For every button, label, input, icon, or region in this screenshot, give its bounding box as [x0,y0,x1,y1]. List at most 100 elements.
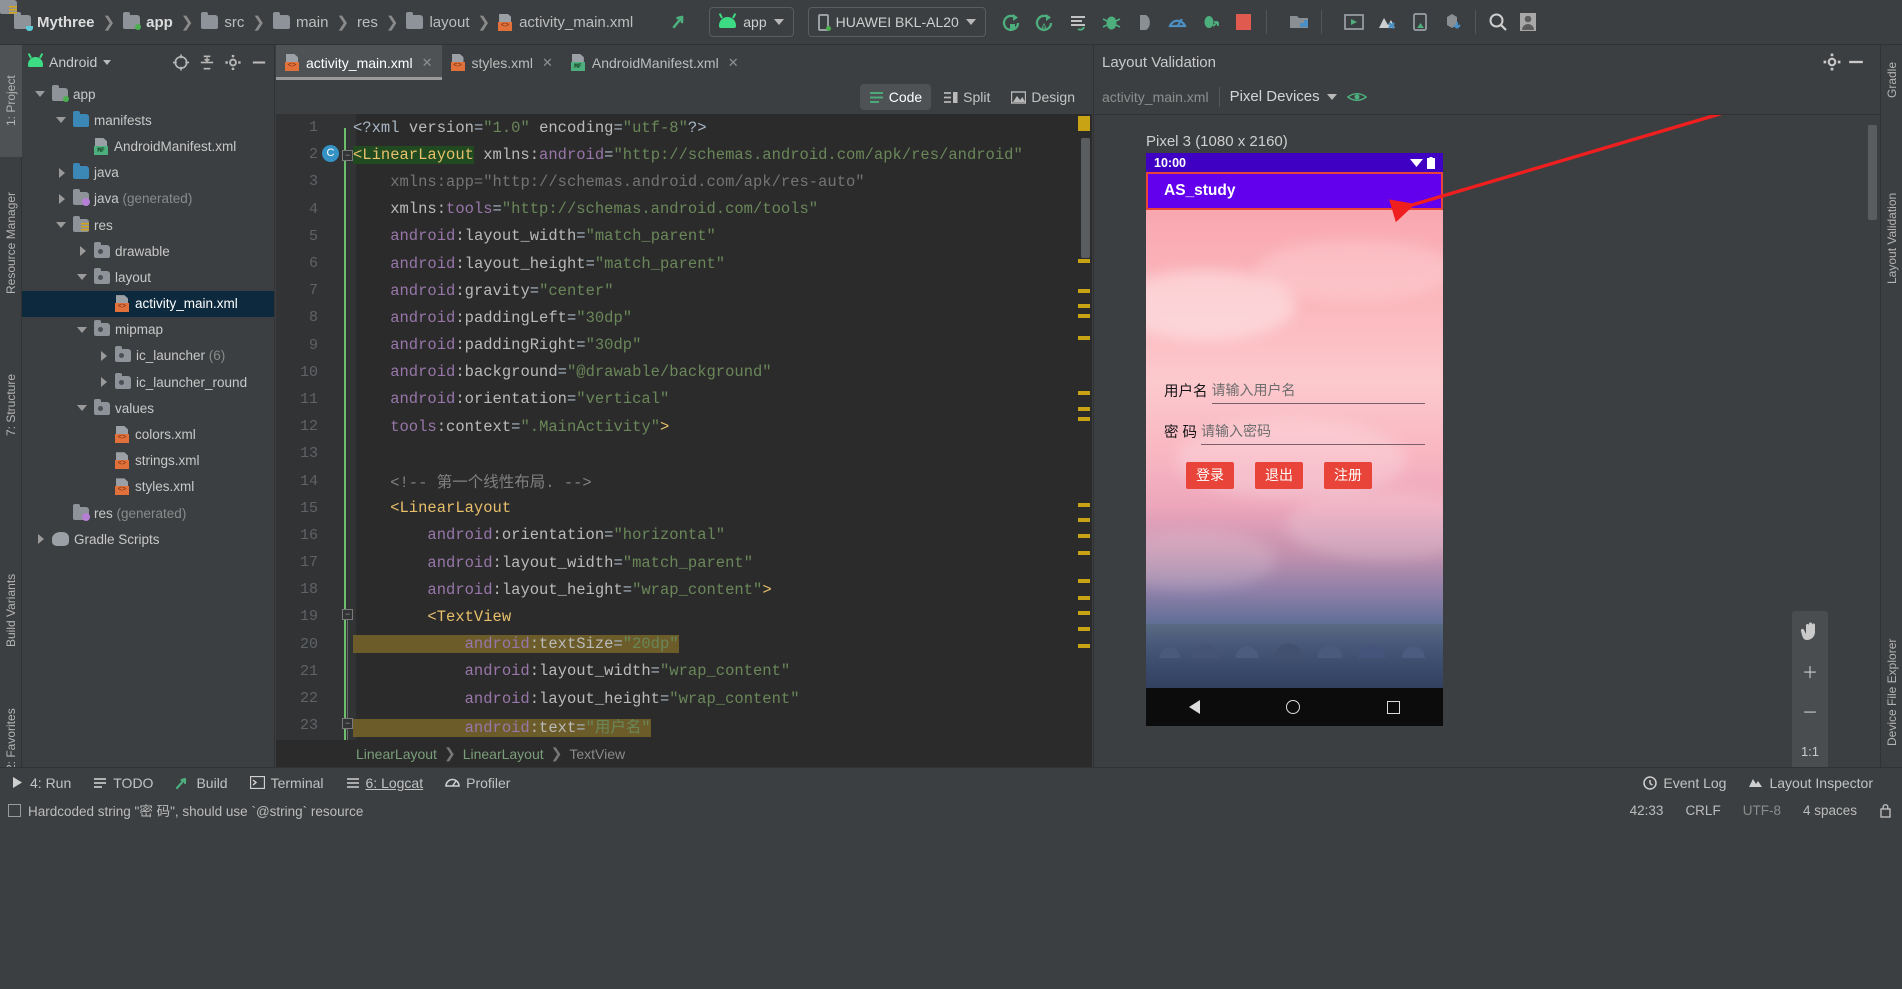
layout-inspector-icon[interactable] [1372,7,1402,37]
sidebar-item-gradle[interactable]: Gradle [1881,47,1902,113]
indent-setting[interactable]: 4 spaces [1803,803,1857,818]
device-preview[interactable]: 10:00 AS_study 用户名 请输入用户名 密 码 请输入密码 登录 退… [1146,153,1443,726]
bottom-item-layout-inspector[interactable]: Layout Inspector [1737,768,1884,798]
warning-marker[interactable] [1078,336,1090,340]
editor-scrollbar-thumb[interactable] [1081,138,1090,258]
bottom-item-event-log[interactable]: Event Log [1632,768,1737,798]
breadcrumb-item-main[interactable]: main [267,6,335,38]
mode-design[interactable]: Design [1002,84,1084,110]
eye-icon[interactable] [1346,87,1367,107]
tree-node-strings-xml[interactable]: <> strings.xml [22,448,274,474]
profiler-icon[interactable] [1163,7,1193,37]
mode-split[interactable]: Split [934,84,999,110]
breadcrumb-item-file[interactable]: <> activity_main.xml [492,6,639,38]
run-coverage-icon[interactable] [1196,7,1226,37]
tree-node-androidmanifest-xml[interactable]: MF AndroidManifest.xml [22,133,274,159]
home-nav-icon[interactable] [1286,700,1301,714]
tree-node-ic-launcher[interactable]: ic_launcher (6) [22,343,274,369]
sidebar-item-resource-manager[interactable]: Resource Manager [0,163,22,323]
stop-icon[interactable] [1229,7,1259,37]
run-anything-icon[interactable]: A [1031,7,1061,37]
lock-icon[interactable] [1879,803,1892,818]
mode-code[interactable]: Code [859,84,932,110]
search-icon[interactable] [1483,7,1513,37]
warning-marker[interactable] [1078,304,1090,308]
warning-marker[interactable] [1078,644,1090,648]
warning-marker[interactable] [1078,289,1090,293]
warning-marker[interactable] [1078,391,1090,395]
tree-node-colors-xml[interactable]: <> colors.xml [22,421,274,447]
device-explorer-icon[interactable] [1438,7,1468,37]
tree-node-app[interactable]: app [22,81,274,107]
chevron-right-icon[interactable] [35,533,47,545]
warning-marker[interactable] [1078,551,1090,555]
line-separator[interactable]: CRLF [1685,803,1720,818]
tree-node-values[interactable]: values [22,395,274,421]
tree-node-activity-main-xml[interactable]: <> activity_main.xml [22,290,274,317]
register-button[interactable]: 注册 [1324,462,1372,489]
zoom-in-icon[interactable]: ＋ [1792,651,1828,691]
chevron-down-icon[interactable] [77,324,89,336]
pan-icon[interactable] [1792,611,1828,651]
bottom-item-terminal[interactable]: Terminal [239,768,335,798]
device-selector[interactable]: HUAWEI BKL-AL20 [807,7,986,37]
close-icon[interactable]: ✕ [422,55,433,71]
settings-gear-icon[interactable] [1820,50,1844,74]
tree-node-gradle-scripts[interactable]: Gradle Scripts [22,526,274,552]
tree-node-java[interactable]: java (generated) [22,186,274,212]
warning-marker[interactable] [1078,259,1090,263]
chevron-right-icon[interactable] [77,245,89,257]
breadcrumb-item-res[interactable]: res [0,0,384,38]
attach-debugger-icon[interactable] [1130,7,1160,37]
tab-styles-xml[interactable]: <> styles.xml ✕ [442,45,562,80]
tree-node-java[interactable]: java [22,160,274,186]
warning-marker[interactable] [1078,534,1090,538]
warning-marker[interactable] [1078,579,1090,583]
apply-changes-icon[interactable] [1064,7,1094,37]
chevron-down-icon[interactable] [35,88,47,100]
run-configuration-selector[interactable]: app [709,7,794,37]
run-icon[interactable] [998,7,1028,37]
password-input[interactable]: 请输入密码 [1201,421,1425,445]
warning-marker[interactable] [1078,116,1090,131]
tab-android-manifest-xml[interactable]: MF AndroidManifest.xml ✕ [562,45,748,80]
bottom-item-todo[interactable]: TODO [82,768,164,798]
close-icon[interactable]: ✕ [542,55,553,71]
debug-icon[interactable] [1097,7,1127,37]
tree-node-manifests[interactable]: manifests [22,107,274,133]
breadcrumb-item-project[interactable]: Mythree [8,6,101,38]
chevron-right-icon[interactable] [98,376,110,388]
close-icon[interactable]: ✕ [728,55,739,71]
back-nav-icon[interactable] [1189,700,1201,714]
device-file-explorer-icon[interactable] [1405,7,1435,37]
code-editor[interactable]: C − − − 1 <?xml version="1.0" encoding="u… [276,114,1092,767]
editor-scroll-markers[interactable] [1078,114,1092,767]
sidebar-item-project[interactable]: 1: Project [0,45,22,157]
tree-node-drawable[interactable]: drawable [22,238,274,264]
settings-gear-icon[interactable] [224,53,242,71]
warning-marker[interactable] [1078,314,1090,318]
profile-icon[interactable] [1513,7,1543,37]
layout-validation-scrollbar[interactable] [1868,125,1877,220]
warning-marker[interactable] [1078,407,1090,411]
chevron-right-icon[interactable] [98,350,110,362]
chevron-right-icon[interactable] [56,167,68,179]
breadcrumb-linearlayout-inner[interactable]: LinearLayout [463,746,544,762]
chevron-down-icon[interactable] [56,219,68,231]
tree-node-styles-xml[interactable]: <> styles.xml [22,474,274,500]
locate-icon[interactable] [172,53,190,71]
login-button[interactable]: 登录 [1186,462,1234,489]
file-encoding[interactable]: UTF-8 [1743,803,1781,818]
exit-button[interactable]: 退出 [1255,462,1303,489]
zoom-actual-icon[interactable]: 1:1 [1792,731,1828,771]
bottom-item-run[interactable]: 4: Run [0,768,82,798]
undo-arrow-icon[interactable] [665,7,695,37]
hide-panel-icon[interactable] [1844,50,1868,74]
tree-node-ic-launcher-round[interactable]: ic_launcher_round [22,369,274,395]
bottom-item-profiler[interactable]: Profiler [434,768,521,798]
warning-marker[interactable] [1078,611,1090,615]
breadcrumb-item-app[interactable]: app [117,6,179,38]
tab-activity-main-xml[interactable]: <> activity_main.xml ✕ [276,45,442,80]
avd-manager-icon[interactable] [1339,7,1369,37]
username-input[interactable]: 请输入用户名 [1211,380,1425,404]
